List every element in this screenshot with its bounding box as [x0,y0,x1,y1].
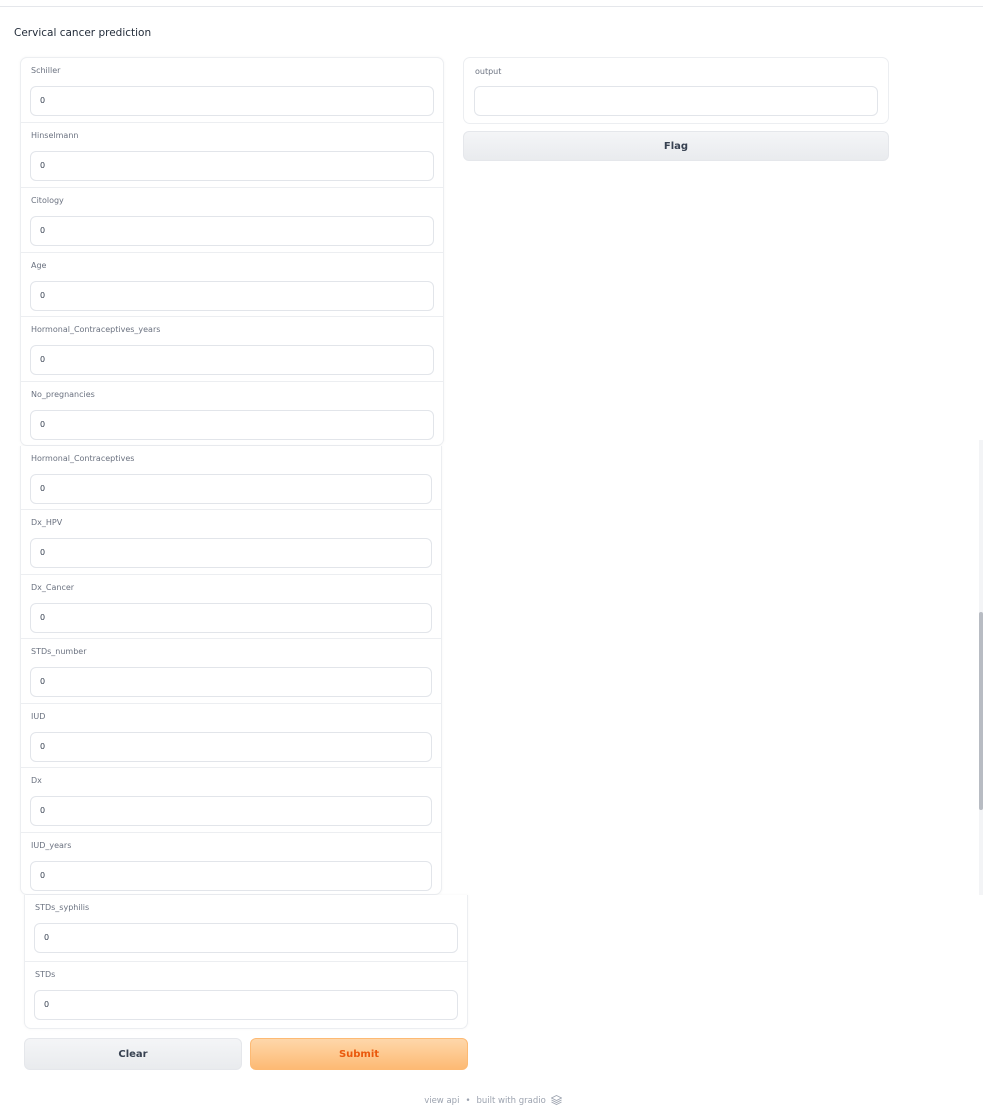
field-label: IUD [31,712,46,721]
field-label: Dx_HPV [31,518,63,527]
flag-button[interactable]: Flag [463,131,889,161]
stds-syphilis-input[interactable]: 0 [34,923,458,953]
field-label: Age [31,261,47,270]
input-panel-middle: Hormonal_Contraceptives 0 Dx_HPV 0 Dx_Ca… [20,446,442,895]
field-no-pregnancies: No_pregnancies 0 [21,382,443,445]
field-hormonal-contraceptives-years: Hormonal_Contraceptives_years 0 [21,317,443,382]
citology-input[interactable]: 0 [30,216,434,246]
field-stds: STDs 0 [25,962,467,1028]
no-pregnancies-input[interactable]: 0 [30,410,434,440]
input-panel-bottom: STDs_syphilis 0 STDs 0 [24,895,468,1029]
dx-hpv-input[interactable]: 0 [30,538,432,568]
field-label: IUD_years [31,841,72,850]
submit-button[interactable]: Submit [250,1038,468,1070]
schiller-input[interactable]: 0 [30,86,434,116]
built-with-gradio-link[interactable]: built with gradio [476,1096,545,1106]
footer: view api • built with gradio [0,1095,983,1106]
view-api-link[interactable]: view api [424,1096,459,1106]
age-input[interactable]: 0 [30,281,434,311]
field-label: STDs_syphilis [35,903,90,912]
iud-years-input[interactable]: 0 [30,861,432,891]
hormonal-contraceptives-years-input[interactable]: 0 [30,345,434,375]
field-citology: Citology 0 [21,188,443,253]
output-textbox[interactable] [474,86,878,116]
field-iud: IUD 0 [21,704,441,768]
field-label: Citology [31,196,64,205]
footer-separator: • [465,1095,471,1106]
iud-input[interactable]: 0 [30,732,432,762]
hinselmann-input[interactable]: 0 [30,151,434,181]
field-age: Age 0 [21,253,443,317]
output-panel: output [463,57,889,124]
field-label: Dx_Cancer [31,583,75,592]
field-iud-years: IUD_years 0 [21,833,441,894]
field-label: STDs_number [31,647,87,656]
stds-number-input[interactable]: 0 [30,667,432,697]
dx-cancer-input[interactable]: 0 [30,603,432,633]
scrollbar-thumb[interactable] [979,612,983,810]
field-label: STDs [35,970,56,979]
clear-button[interactable]: Clear [24,1038,242,1070]
field-hormonal-contraceptives: Hormonal_Contraceptives 0 [21,446,441,510]
top-divider [0,6,983,7]
field-stds-number: STDs_number 0 [21,639,441,704]
page-title: Cervical cancer prediction [14,27,152,39]
output-label: output [475,67,502,76]
field-dx: Dx 0 [21,768,441,833]
field-label: Schiller [31,66,61,75]
field-dx-hpv: Dx_HPV 0 [21,510,441,575]
field-label: Hinselmann [31,131,79,140]
field-hinselmann: Hinselmann 0 [21,123,443,188]
stds-input[interactable]: 0 [34,990,458,1020]
field-stds-syphilis: STDs_syphilis 0 [25,895,467,962]
hormonal-contraceptives-input[interactable]: 0 [30,474,432,504]
field-label: No_pregnancies [31,390,95,399]
field-label: Hormonal_Contraceptives [31,454,135,463]
dx-input[interactable]: 0 [30,796,432,826]
field-schiller: Schiller 0 [21,58,443,123]
field-dx-cancer: Dx_Cancer 0 [21,575,441,639]
field-label: Hormonal_Contraceptives_years [31,325,161,334]
input-panel-top: Schiller 0 Hinselmann 0 Citology 0 Age 0… [20,57,444,446]
field-label: Dx [31,776,42,785]
gradio-logo-icon [550,1095,562,1105]
